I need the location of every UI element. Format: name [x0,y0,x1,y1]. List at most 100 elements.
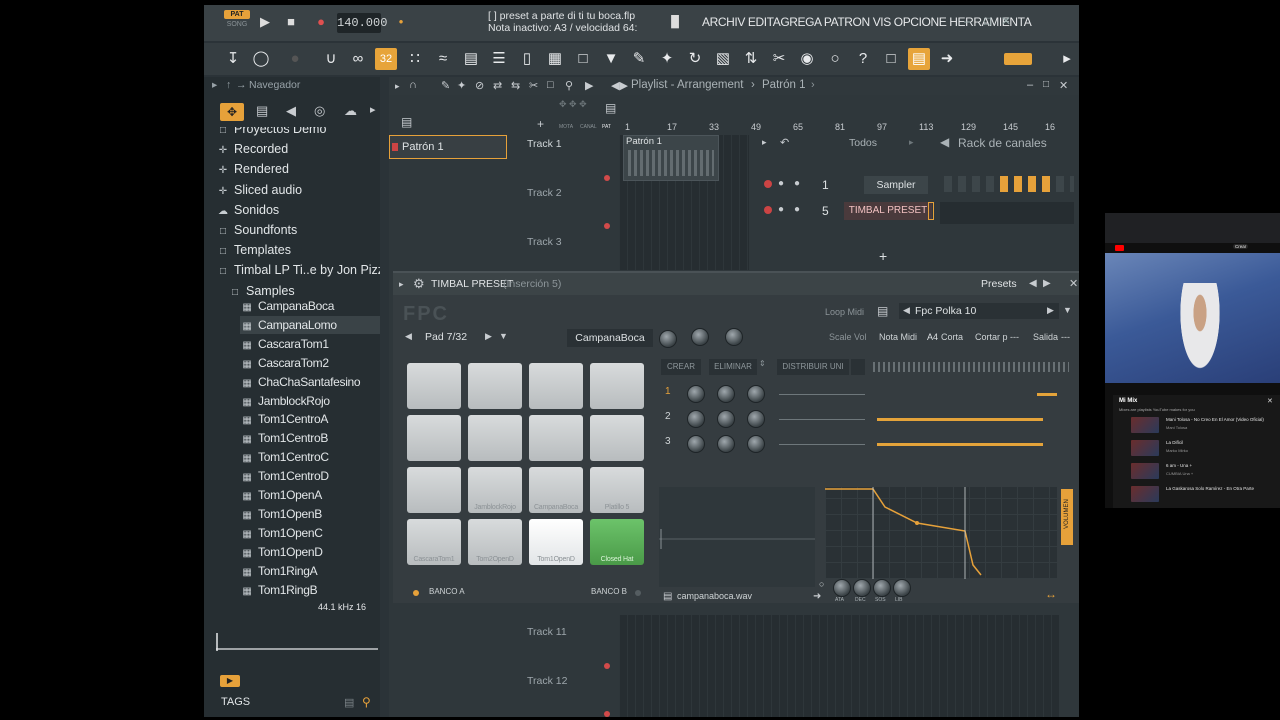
piano-icon[interactable]: █ [666,13,684,31]
browser-tree-item[interactable]: ▦ CampanaLomo [240,315,380,334]
pattern-list-item[interactable]: Patrón 1 [389,135,507,159]
browser-tree-item[interactable]: ▦ CascaraTom1 [240,335,380,353]
channel-graph[interactable] [940,202,1074,224]
playlist-grid-bottom[interactable] [619,615,1059,717]
yt-video-player[interactable] [1105,253,1280,383]
render-icon[interactable]: ⇅ [740,48,762,70]
layer-knob[interactable] [717,410,735,428]
typing-keyboard-icon[interactable]: ▤ [908,48,930,70]
speaker-tool-icon[interactable]: ▶ [585,79,593,92]
track-11-mute-dot[interactable] [604,663,610,669]
velocity-strip[interactable] [873,362,1069,372]
layer-updown-icon[interactable]: ⇕ [759,359,766,368]
browser-tree-item[interactable]: ▦ Tom1CentroB [240,429,380,447]
sample-folder-icon[interactable]: ▤ [663,591,672,602]
tempo-display[interactable]: 140.000 [337,13,387,33]
rack-filter[interactable]: Todos [849,137,877,149]
pattern-clip[interactable]: Patrón 1 [623,135,719,181]
pad-prev-icon[interactable]: ◀ [405,331,412,342]
channel-pan-icon[interactable]: ● [778,204,784,215]
browser-tree-item[interactable]: ▦ Tom1RingB [240,581,380,598]
drum-pad[interactable] [590,363,644,409]
browser-tree-item[interactable]: ▦ CampanaBoca [240,297,380,315]
drum-pad[interactable]: Platillo 5 [590,467,644,513]
preset-box-next-icon[interactable]: ▶ [1047,305,1054,316]
chat-icon[interactable]: ○ [824,48,846,70]
file-icon[interactable]: ▤ [256,103,268,119]
pad-pan-knob[interactable] [691,328,709,346]
playlist-icon[interactable]: ▤ [460,48,482,70]
cpu-meter-icon[interactable]: ◯ [250,48,272,70]
browser-tree-item[interactable]: ▦ Tom1OpenB [240,505,380,523]
preset-box[interactable]: ◀ Fpc Polka 10 ▶ [899,303,1059,319]
browser-up-icon[interactable]: ↑ [226,79,231,91]
layer-velocity-range[interactable] [877,418,1043,421]
browser-back-icon[interactable]: → [236,79,247,91]
preset-dropdown-icon[interactable]: ▼ [1063,305,1072,315]
drum-pad[interactable]: JamblockRojo [468,467,522,513]
envelope-curve[interactable] [825,487,1057,579]
slice-tool-icon[interactable]: ✂ [529,79,538,92]
browser-tree-item[interactable]: □ Proyectos Demo [216,127,380,139]
browser-tree-item[interactable]: ▦ Tom1CentroA [240,410,380,428]
drum-pad[interactable] [407,363,461,409]
slip-tool-icon[interactable]: ⇆ [511,79,520,92]
envelope-knob[interactable] [833,579,851,597]
track-12-label[interactable]: Track 12 [527,675,567,687]
eliminar-button[interactable]: ELIMINAR [709,359,757,375]
browser-tree-item[interactable]: ▦ Tom1OpenA [240,486,380,504]
pattern-list-icon[interactable]: ▤ [605,101,616,115]
paint-tool-icon[interactable]: ✦ [457,79,466,92]
yt-playlist-item[interactable]: 6 am - Una + CUMBIA Una + [1121,463,1280,483]
corta-label[interactable]: Corta [941,332,963,342]
window-icon[interactable]: □ [880,48,902,70]
loop-icon[interactable]: ∞ [347,48,369,70]
nota-midi-value[interactable]: A4 [927,332,938,342]
layer-knob[interactable] [717,435,735,453]
browser-tree-item[interactable]: □ Timbal LP Ti..e by Jon Pizzio [216,260,380,280]
play-icon[interactable]: ▶ [256,13,274,31]
playlist-maximize-icon[interactable]: □ [1043,79,1049,90]
plugin-db-icon[interactable]: ◀ [286,103,296,119]
track-1-label[interactable]: Track 1 [527,138,562,150]
folder-icon[interactable]: ▤ [877,304,888,318]
browser-tree-item[interactable]: ✛ Recorded [216,139,380,159]
layer-knob[interactable] [747,435,765,453]
browser-more-icon[interactable]: ▸ [370,103,376,116]
browser-tree-item[interactable]: ▦ CascaraTom2 [240,354,380,372]
envelope-knob[interactable] [893,579,911,597]
presets-label[interactable]: Presets [981,278,1017,290]
browser-tree-item[interactable]: □ Templates [216,240,380,260]
playlist-play-icon[interactable]: ◀▶ [611,79,628,92]
sample-swap-icon[interactable]: ↔ [1045,587,1057,601]
layer-knob[interactable] [717,385,735,403]
tag-search-icon[interactable]: ⚲ [362,695,371,709]
yt-playlist-item[interactable]: La Gaskarosa Solo Ramírez - En Otra Part… [1121,486,1280,506]
browser-tree-item[interactable]: ✛ Rendered [216,159,380,179]
plugin-arrow-icon[interactable]: ▸ [399,279,404,290]
drum-pad[interactable] [407,415,461,461]
drum-pad[interactable] [529,415,583,461]
track-3-mute-dot[interactable] [604,223,610,229]
browser-tree-item[interactable]: ✛ Sliced audio [216,180,380,200]
step-size-button[interactable]: 32 [375,48,397,70]
layer-row[interactable]: 2 [659,408,1079,430]
plugin-close-icon[interactable]: ✕ [1069,277,1078,290]
preset-box-prev-icon[interactable]: ◀ [903,305,910,316]
microphone-icon[interactable]: ◉ [796,48,818,70]
channel-vol-icon[interactable]: ● [794,204,800,215]
pencil-icon[interactable]: ✎ [628,48,650,70]
yt-playlist-item[interactable]: Mani Tolosa - No Creo En El Amor (Video … [1121,417,1280,437]
envelope-editor[interactable] [825,487,1057,579]
channel-steps-active[interactable] [1000,176,1054,192]
playlist-pattern-name[interactable]: Patrón 1 [762,79,805,91]
crear-button[interactable]: CREAR [661,359,701,375]
channel-vol-icon[interactable]: ● [794,178,800,189]
distribuir-button[interactable]: DISTRIBUIR UNI [777,359,849,375]
channel-row[interactable]: ● ● 1 Sampler [764,176,1074,198]
pat-song-toggle[interactable]: PAT SONG [224,10,250,34]
layer-velocity-range[interactable] [877,443,1043,446]
drum-pad[interactable]: Tom1OpenD [529,519,583,565]
layer-velocity-range[interactable] [1037,393,1057,396]
layer-knob[interactable] [687,435,705,453]
